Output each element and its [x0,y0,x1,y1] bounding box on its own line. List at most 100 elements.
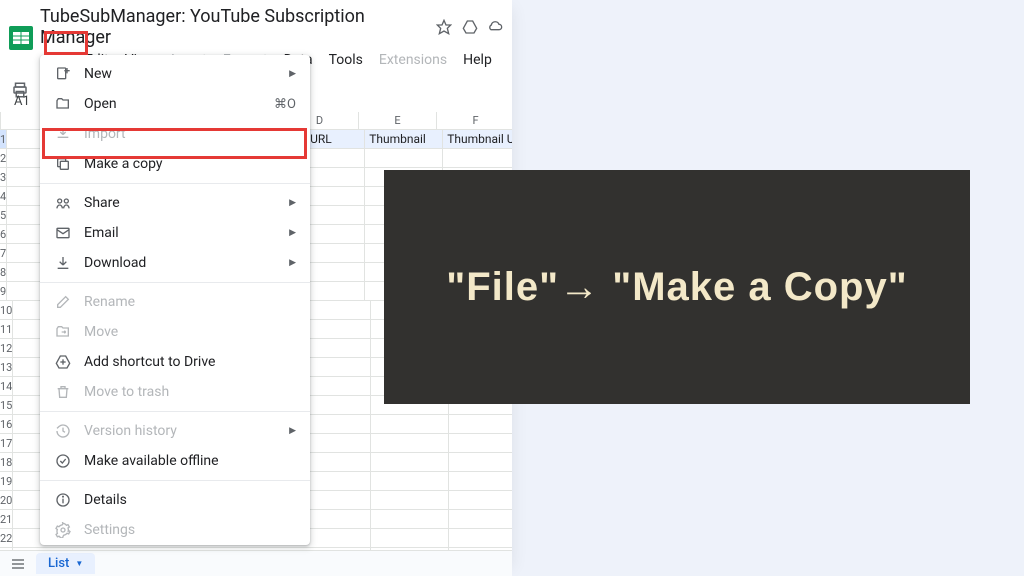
row-number[interactable]: 15 [0,396,13,414]
shortcut-label: ⌘O [274,97,296,112]
menu-item-label: Make available offline [84,453,296,469]
menu-item-label: Move to trash [84,384,296,400]
cell[interactable] [371,491,449,509]
menu-item-label: Download [84,255,277,271]
row-number[interactable]: 17 [0,434,13,452]
chevron-right-icon: ▶ [289,258,296,268]
cell[interactable] [449,453,512,471]
chevron-right-icon: ▶ [289,426,296,436]
new-icon [54,65,72,83]
cell[interactable] [449,491,512,509]
row-number[interactable]: 10 [0,301,13,319]
cell-reference[interactable]: A1 [8,92,36,111]
cell[interactable] [449,510,512,528]
cell[interactable] [449,415,512,433]
file-menu-dropdown: New▶Open⌘OImportMake a copyShare▶Email▶D… [40,55,310,545]
cloud-status-icon[interactable] [487,18,504,36]
menu-separator [40,480,310,481]
row-number[interactable]: 5 [0,206,7,224]
menu-separator [40,411,310,412]
sheet-tabs: List ▼ [0,550,512,576]
menu-item-label: Open [84,96,262,112]
settings-icon [54,521,72,539]
cell[interactable]: Thumbnail [365,130,443,148]
menu-item-make-available-offline[interactable]: Make available offline [40,446,310,476]
cell[interactable] [449,472,512,490]
row-number[interactable]: 2 [0,149,7,167]
menu-item-label: Settings [84,522,296,538]
row-number[interactable]: 18 [0,453,13,471]
chevron-right-icon: ▶ [289,228,296,238]
row-number[interactable]: 3 [0,168,7,186]
row-number[interactable]: 14 [0,377,13,395]
row-number[interactable]: 1 [0,130,7,148]
menu-item-label: Email [84,225,277,241]
column-header[interactable]: F [437,112,512,129]
menu-item-email[interactable]: Email ▶ [40,218,310,248]
menu-extensions[interactable]: Extensions [372,50,454,70]
open-icon [54,95,72,113]
chevron-down-icon[interactable]: ▼ [75,559,83,568]
row-number[interactable]: 7 [0,244,7,262]
cell[interactable] [449,434,512,452]
email-icon [54,224,72,242]
menu-item-share[interactable]: Share ▶ [40,188,310,218]
cell[interactable] [443,149,512,167]
menu-item-import: Import [40,119,310,149]
instruction-text: "File"→ "Make a Copy" [446,265,907,310]
row-number[interactable]: 6 [0,225,7,243]
menu-item-open[interactable]: Open ⌘O [40,89,310,119]
row-number[interactable]: 19 [0,472,13,490]
chevron-right-icon: ▶ [289,69,296,79]
instruction-overlay: "File"→ "Make a Copy" [384,170,970,404]
document-title[interactable]: TubeSubManager: YouTube Subscription Man… [40,6,428,48]
all-sheets-icon[interactable] [8,554,28,574]
menu-item-add-shortcut-to-drive[interactable]: Add shortcut to Drive [40,347,310,377]
move-to-drive-icon[interactable] [461,18,478,36]
row-number[interactable]: 11 [0,320,13,338]
menu-tools[interactable]: Tools [322,50,370,70]
sheets-logo[interactable] [8,21,34,55]
cell[interactable] [449,529,512,547]
row-number[interactable]: 12 [0,339,13,357]
star-icon[interactable] [436,18,453,36]
row-number[interactable]: 8 [0,263,7,281]
shortcut-icon [54,353,72,371]
menu-item-details[interactable]: Details [40,485,310,515]
menu-separator [40,183,310,184]
import-icon [54,125,72,143]
menu-item-label: Details [84,492,296,508]
menu-item-label: Import [84,126,296,142]
menu-item-new[interactable]: New ▶ [40,59,310,89]
row-number[interactable]: 4 [0,187,7,205]
cell[interactable] [371,472,449,490]
menu-item-label: Share [84,195,277,211]
row-number[interactable]: 22 [0,529,13,547]
row-number[interactable]: 20 [0,491,13,509]
column-header[interactable]: E [359,112,437,129]
history-icon [54,422,72,440]
menu-item-make-a-copy[interactable]: Make a copy [40,149,310,179]
row-number[interactable]: 16 [0,415,13,433]
cell[interactable] [371,453,449,471]
sheet-tab-label: List [48,556,69,571]
chevron-right-icon: ▶ [289,198,296,208]
row-number[interactable]: 13 [0,358,13,376]
menu-help[interactable]: Help [456,50,499,70]
menu-item-settings: Settings [40,515,310,545]
cell[interactable]: Thumbnail UR [443,130,512,148]
menu-item-download[interactable]: Download ▶ [40,248,310,278]
cell[interactable] [371,434,449,452]
menu-item-label: New [84,66,277,82]
menu-item-move-to-trash: Move to trash [40,377,310,407]
cell[interactable] [371,415,449,433]
row-number[interactable]: 21 [0,510,13,528]
cell[interactable] [371,529,449,547]
offline-icon [54,452,72,470]
row-number[interactable]: 9 [0,282,7,300]
rename-icon [54,293,72,311]
cell[interactable] [365,149,443,167]
cell[interactable] [371,510,449,528]
trash-icon [54,383,72,401]
sheet-tab-list[interactable]: List ▼ [36,553,95,574]
